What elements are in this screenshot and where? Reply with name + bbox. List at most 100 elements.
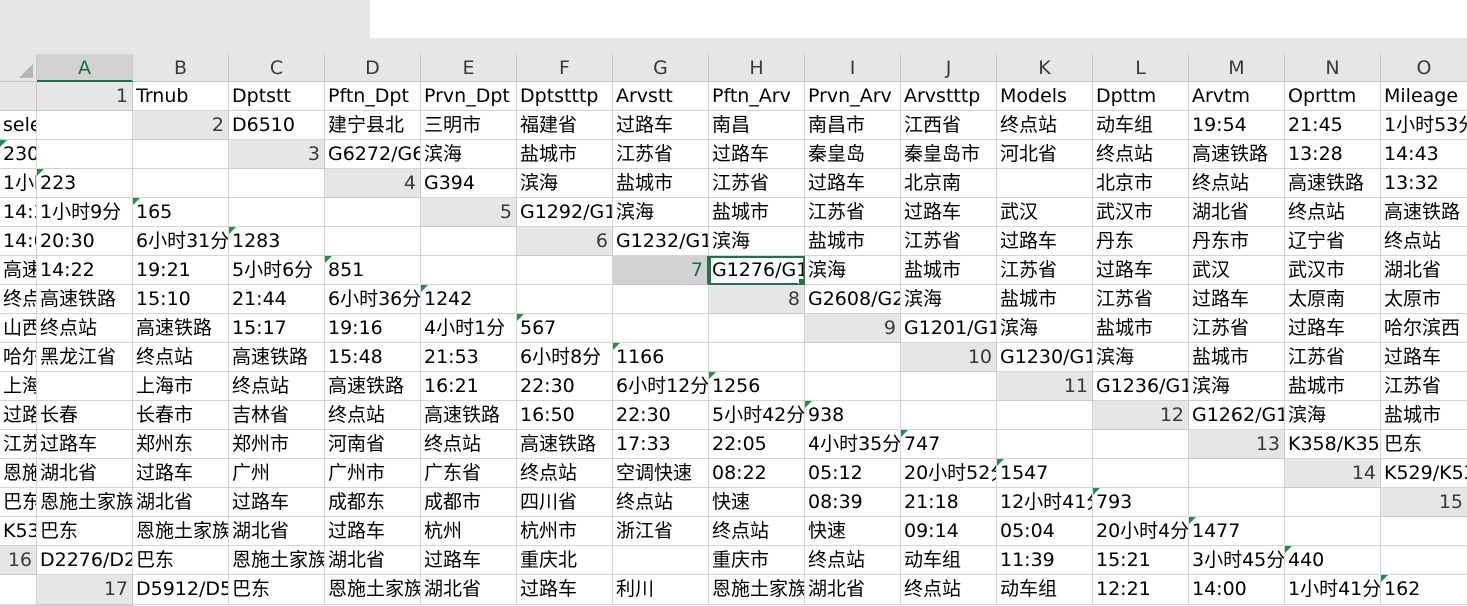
cell-n7[interactable]: 1242	[421, 285, 517, 314]
cell-i10[interactable]: 终点站	[229, 372, 325, 401]
cell-k5[interactable]: 14:09	[0, 227, 37, 256]
cell-m16[interactable]: 3小时45分	[1189, 546, 1285, 575]
cell-j17[interactable]: 动车组	[997, 575, 1093, 605]
cell-b4[interactable]: 滨海	[517, 169, 613, 198]
cell-o8[interactable]	[613, 314, 709, 343]
cell-b8[interactable]: 滨海	[901, 285, 997, 314]
row-header-11[interactable]: 11	[997, 372, 1093, 401]
cell-e16[interactable]: 过路车	[421, 546, 517, 575]
cell-j12[interactable]: 高速铁路	[517, 430, 613, 459]
cell-m3[interactable]: 1小时17分	[0, 169, 37, 198]
cell-overflow-11[interactable]	[997, 401, 1093, 430]
cell-a5[interactable]: G1292/G1	[517, 198, 613, 227]
column-header-b[interactable]: B	[133, 54, 229, 82]
cell-l12[interactable]: 22:05	[709, 430, 805, 459]
cell-i1[interactable]: Arvstttp	[901, 82, 997, 111]
cell-i14[interactable]: 终点站	[613, 488, 709, 517]
cell-e14[interactable]: 过路车	[229, 488, 325, 517]
cell-c15[interactable]: 恩施土家族	[133, 517, 229, 546]
cell-g3[interactable]: 秦皇岛市	[901, 140, 997, 169]
cell-f1[interactable]: Arvstt	[613, 82, 709, 111]
cell-k17[interactable]: 12:21	[1093, 575, 1189, 605]
cell-n16[interactable]: 440	[1285, 546, 1381, 575]
cell-g5[interactable]: 武汉市	[1093, 198, 1189, 227]
row-header-9[interactable]: 9	[805, 314, 901, 343]
cell-d2[interactable]: 福建省	[517, 111, 613, 140]
cell-f4[interactable]: 北京南	[901, 169, 997, 198]
cell-h3[interactable]: 河北省	[997, 140, 1093, 169]
cell-h12[interactable]: 河南省	[325, 430, 421, 459]
cell-k8[interactable]: 15:17	[229, 314, 325, 343]
row-header-6[interactable]: 6	[517, 227, 613, 256]
cell-d12[interactable]: 江苏省	[0, 430, 37, 459]
cell-b14[interactable]: 巴东	[0, 488, 37, 517]
cell-c12[interactable]: 盐城市	[1381, 401, 1467, 430]
cell-k14[interactable]: 08:39	[805, 488, 901, 517]
cell-n3[interactable]: 223	[37, 169, 133, 198]
cell-l11[interactable]: 22:30	[613, 401, 709, 430]
cell-b17[interactable]: 巴东	[229, 575, 325, 605]
cell-n12[interactable]: 747	[901, 430, 997, 459]
cell-n6[interactable]: 851	[325, 256, 421, 285]
cell-g14[interactable]: 成都市	[421, 488, 517, 517]
column-header-h[interactable]: H	[709, 54, 805, 82]
cell-m10[interactable]: 6小时12分	[613, 372, 709, 401]
cell-o14[interactable]	[1189, 488, 1285, 517]
cell-o16[interactable]	[1381, 546, 1467, 575]
cell-i15[interactable]: 终点站	[709, 517, 805, 546]
cell-overflow-12[interactable]	[1093, 430, 1189, 459]
cell-o11[interactable]	[901, 401, 997, 430]
cell-b10[interactable]: 滨海	[1093, 343, 1189, 372]
cell-j16[interactable]: 动车组	[901, 546, 997, 575]
cell-a12[interactable]: G1262/G1	[1189, 401, 1285, 430]
cell-m9[interactable]: 6小时8分	[517, 343, 613, 372]
cell-c1[interactable]: Pftn_Dpt	[325, 82, 421, 111]
cell-b13[interactable]: 巴东	[1381, 430, 1467, 459]
row-header-15[interactable]: 15	[1381, 488, 1467, 517]
cell-h10[interactable]: 上海市	[133, 372, 229, 401]
cell-b5[interactable]: 滨海	[613, 198, 709, 227]
cell-j7[interactable]: 高速铁路	[37, 285, 133, 314]
cell-h13[interactable]: 广东省	[421, 459, 517, 488]
column-header-o[interactable]: O	[1381, 54, 1467, 82]
cell-k15[interactable]: 09:14	[901, 517, 997, 546]
cell-l7[interactable]: 21:44	[229, 285, 325, 314]
row-header-10[interactable]: 10	[901, 343, 997, 372]
cell-b1[interactable]: Dptstt	[229, 82, 325, 111]
cell-overflow-14[interactable]	[1285, 488, 1381, 517]
cell-c6[interactable]: 盐城市	[805, 227, 901, 256]
cell-a14[interactable]: K529/K53	[1381, 459, 1467, 488]
cell-g9[interactable]: 哈尔滨市	[0, 343, 37, 372]
cell-g17[interactable]: 恩施土家族	[709, 575, 805, 605]
row-header-13[interactable]: 13	[1189, 430, 1285, 459]
cell-h1[interactable]: Prvn_Arv	[805, 82, 901, 111]
cell-n14[interactable]: 793	[1093, 488, 1189, 517]
column-header-g[interactable]: G	[613, 54, 709, 82]
cell-a11[interactable]: G1236/G1	[1093, 372, 1189, 401]
cell-o13[interactable]	[1093, 459, 1189, 488]
cell-m7[interactable]: 6小时36分	[325, 285, 421, 314]
cell-overflow-15[interactable]	[1381, 517, 1467, 546]
cell-overflow-9[interactable]	[805, 343, 901, 372]
cell-k7[interactable]: 15:10	[133, 285, 229, 314]
row-header-3[interactable]: 3	[229, 140, 325, 169]
cell-d7[interactable]: 江苏省	[997, 256, 1093, 285]
row-header-8[interactable]: 8	[709, 285, 805, 314]
cell-f14[interactable]: 成都东	[325, 488, 421, 517]
cell-l13[interactable]: 05:12	[805, 459, 901, 488]
formula-bar[interactable]	[370, 0, 1467, 39]
cell-i6[interactable]: 终点站	[1381, 227, 1467, 256]
cell-k3[interactable]: 13:28	[1285, 140, 1381, 169]
cell-g6[interactable]: 丹东市	[1189, 227, 1285, 256]
cell-c9[interactable]: 盐城市	[1093, 314, 1189, 343]
cell-a3[interactable]: G6272/G6	[325, 140, 421, 169]
column-header-l[interactable]: L	[1093, 54, 1189, 82]
cell-overflow-10[interactable]	[901, 372, 997, 401]
cell-d1[interactable]: Prvn_Dpt	[421, 82, 517, 111]
cell-k4[interactable]: 13:32	[1381, 169, 1467, 198]
cell-e11[interactable]: 过路车	[0, 401, 37, 430]
column-header-e[interactable]: E	[421, 54, 517, 82]
cell-overflow-2[interactable]	[133, 140, 229, 169]
cell-n4[interactable]: 165	[133, 198, 229, 227]
cell-h11[interactable]: 吉林省	[229, 401, 325, 430]
